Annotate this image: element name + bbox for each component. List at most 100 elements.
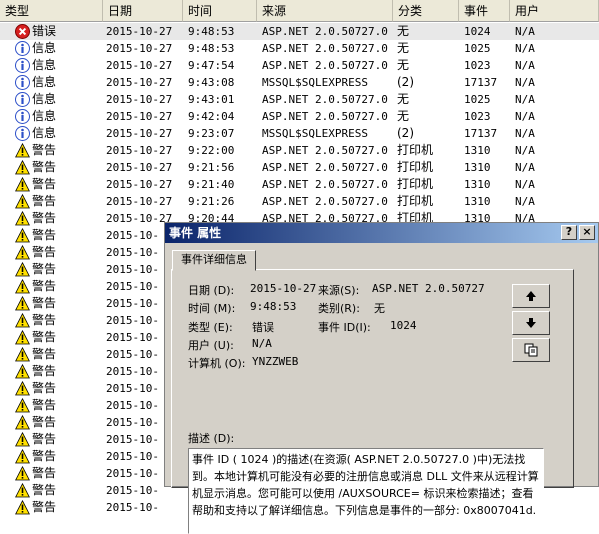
type-label: 警告 [32, 500, 57, 514]
user-cell: N/A [515, 25, 535, 38]
date-cell: 2015-10-27 [106, 93, 173, 106]
type-label: 警告 [32, 177, 57, 191]
type-label: 警告 [32, 296, 57, 310]
event-row[interactable]: 信息 2015-10-27 9:47:54 ASP.NET 2.0.50727.0 无 1… [0, 57, 599, 74]
event-id-cell: 1025 [464, 42, 491, 55]
type-cell: 警告 [15, 142, 105, 159]
event-row[interactable]: 信息 2015-10-27 9:23:07 MSSQL$SQLEXPRESS (2) 17… [0, 125, 599, 142]
type-label: 警告 [32, 160, 57, 174]
previous-event-button[interactable] [512, 284, 550, 308]
event-row[interactable]: 错误 2015-10-27 9:48:53 ASP.NET 2.0.50727.0 无 1… [0, 23, 599, 40]
type-label: 警告 [32, 228, 57, 242]
close-button[interactable]: × [579, 225, 595, 240]
source-cell: ASP.NET 2.0.50727.0 [262, 25, 388, 38]
type-cell: 警告 [15, 295, 105, 312]
copy-button[interactable] [512, 338, 550, 362]
arrow-up-icon [526, 291, 536, 301]
type-cell: 警告 [15, 329, 105, 346]
warning-icon [15, 312, 30, 328]
type-cell: 警告 [15, 465, 105, 482]
date-cell: 2015-10-27 [106, 178, 173, 191]
category-cell: 无 [397, 58, 410, 72]
type-cell: 信息 [15, 108, 105, 125]
event-id-cell: 1310 [464, 161, 491, 174]
date-label: 日期 (D): [188, 284, 235, 297]
event-row[interactable]: 信息 2015-10-27 9:43:01 ASP.NET 2.0.50727.0 无 1… [0, 91, 599, 108]
warning-icon [15, 363, 30, 379]
help-button[interactable]: ? [561, 225, 577, 240]
dialog-title-bar[interactable]: 事件 属性 ? × [165, 223, 598, 243]
type-label: 警告 [32, 330, 57, 344]
date-cell: 2015-10- [106, 501, 159, 514]
column-header-type[interactable]: 类型 [0, 0, 103, 22]
type-cell: 警告 [15, 227, 105, 244]
info-icon [15, 75, 30, 90]
info-icon [15, 58, 30, 73]
column-header-source[interactable]: 来源 [257, 0, 393, 22]
column-header-label: 用户 [515, 4, 540, 18]
event-id-value: 1024 [390, 319, 417, 332]
type-cell: 警告 [15, 244, 105, 261]
type-label: 警告 [32, 211, 57, 225]
warning-icon [15, 414, 30, 430]
time-cell: 9:23:07 [188, 127, 235, 140]
date-cell: 2015-10-27 [106, 161, 173, 174]
warning-icon [15, 499, 30, 515]
type-cell: 警告 [15, 363, 105, 380]
event-row[interactable]: 警告 2015-10-27 9:21:26 ASP.NET 2.0.50727.0 打印… [0, 193, 599, 210]
warning-icon [15, 261, 30, 277]
info-icon [15, 109, 30, 124]
event-id-label: 事件 ID(I): [318, 321, 371, 334]
type-label: 警告 [32, 449, 57, 463]
column-header-date[interactable]: 日期 [103, 0, 183, 22]
time-cell: 9:21:56 [188, 161, 235, 174]
event-row[interactable]: 警告 2015-10-27 9:21:56 ASP.NET 2.0.50727.0 打印… [0, 159, 599, 176]
column-header-time[interactable]: 时间 [183, 0, 257, 22]
info-icon [15, 92, 30, 107]
type-cell: 警告 [15, 278, 105, 295]
warning-icon [15, 482, 30, 498]
type-label: 警告 [32, 262, 57, 276]
time-value: 9:48:53 [250, 300, 297, 313]
event-id-cell: 1310 [464, 144, 491, 157]
tab-event-details[interactable]: 事件详细信息 [172, 250, 256, 271]
type-value: 错误 [252, 321, 274, 334]
column-header-event[interactable]: 事件 [459, 0, 510, 22]
user-cell: N/A [515, 195, 535, 208]
type-label: 警告 [32, 432, 57, 446]
column-header-user[interactable]: 用户 [510, 0, 599, 22]
event-row[interactable]: 信息 2015-10-27 9:43:08 MSSQL$SQLEXPRESS (2) 17… [0, 74, 599, 91]
type-label: 警告 [32, 347, 57, 361]
source-cell: ASP.NET 2.0.50727.0 [262, 59, 388, 72]
event-id-cell: 1023 [464, 110, 491, 123]
date-cell: 2015-10-27 [106, 110, 173, 123]
category-cell: 无 [397, 92, 410, 106]
user-label: 用户 (U): [188, 339, 234, 352]
column-header-label: 来源 [262, 4, 287, 18]
type-label: 警告 [32, 194, 57, 208]
user-cell: N/A [515, 93, 535, 106]
time-cell: 9:48:53 [188, 25, 235, 38]
type-label: 信息 [32, 109, 57, 123]
event-row[interactable]: 警告 2015-10-27 9:21:40 ASP.NET 2.0.50727.0 打印… [0, 176, 599, 193]
event-row[interactable]: 信息 2015-10-27 9:42:04 ASP.NET 2.0.50727.0 无 1… [0, 108, 599, 125]
type-cell: 警告 [15, 193, 105, 210]
user-cell: N/A [515, 59, 535, 72]
type-label: 信息 [32, 41, 57, 55]
warning-icon [15, 142, 30, 158]
user-cell: N/A [515, 110, 535, 123]
warning-icon [15, 210, 30, 226]
user-cell: N/A [515, 161, 535, 174]
column-header-category[interactable]: 分类 [393, 0, 459, 22]
source-cell: MSSQL$SQLEXPRESS [262, 127, 368, 140]
category-cell: 打印机 [397, 177, 434, 191]
warning-icon [15, 193, 30, 209]
column-header-label: 事件 [464, 4, 489, 18]
type-cell: 信息 [15, 74, 105, 91]
warning-icon [15, 227, 30, 243]
event-row[interactable]: 警告 2015-10-27 9:22:00 ASP.NET 2.0.50727.0 打印… [0, 142, 599, 159]
event-row[interactable]: 信息 2015-10-27 9:48:53 ASP.NET 2.0.50727.0 无 1… [0, 40, 599, 57]
next-event-button[interactable] [512, 311, 550, 335]
description-text[interactable]: 事件 ID ( 1024 )的描述(在资源( ASP.NET 2.0.50727… [188, 448, 544, 534]
type-label: 警告 [32, 415, 57, 429]
